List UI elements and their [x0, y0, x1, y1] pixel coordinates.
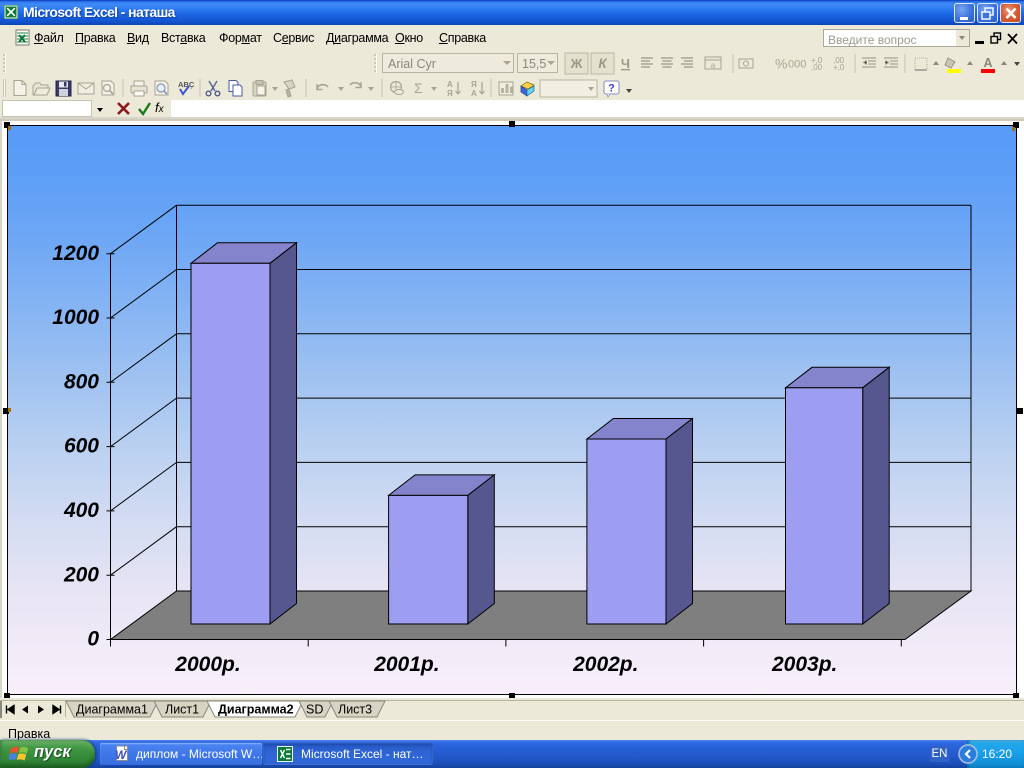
svg-text:Я: Я [471, 80, 477, 89]
svg-text:+,0: +,0 [833, 63, 845, 72]
svg-text:400: 400 [63, 499, 99, 522]
svg-text:Диаграмма2: Диаграмма2 [218, 703, 294, 717]
svg-text:0: 0 [87, 628, 99, 651]
svg-text:200: 200 [63, 563, 99, 586]
svg-text:2000р.: 2000р. [174, 653, 240, 676]
svg-text:Я: Я [447, 89, 453, 98]
svg-text:2001р.: 2001р. [373, 653, 439, 676]
svg-text:А: А [471, 89, 477, 98]
svg-text:ABҪ: ABҪ [178, 80, 195, 89]
svg-text:SD: SD [306, 703, 323, 717]
svg-text:А: А [447, 80, 453, 89]
svg-text:000: 000 [788, 59, 806, 71]
svg-text:Ч: Ч [621, 56, 630, 71]
svg-text:Ж: Ж [570, 56, 583, 71]
svg-text:,00: ,00 [811, 63, 823, 72]
svg-text:Лист1: Лист1 [165, 703, 199, 717]
svg-text:Лист3: Лист3 [338, 703, 372, 717]
svg-text:600: 600 [64, 435, 99, 458]
svg-text:1000: 1000 [52, 306, 99, 329]
svg-text:1200: 1200 [52, 242, 99, 265]
svg-text:Диаграмма1: Диаграмма1 [76, 703, 148, 717]
svg-text:W: W [115, 748, 128, 762]
svg-text:2003р.: 2003р. [771, 653, 837, 676]
svg-text:A: A [983, 56, 992, 70]
svg-text:a: a [711, 61, 716, 70]
svg-text:800: 800 [64, 370, 99, 393]
svg-text:?: ? [608, 83, 615, 95]
svg-text:Σ: Σ [414, 80, 423, 96]
svg-text:%: % [775, 56, 787, 72]
svg-text:2002р.: 2002р. [572, 653, 638, 676]
